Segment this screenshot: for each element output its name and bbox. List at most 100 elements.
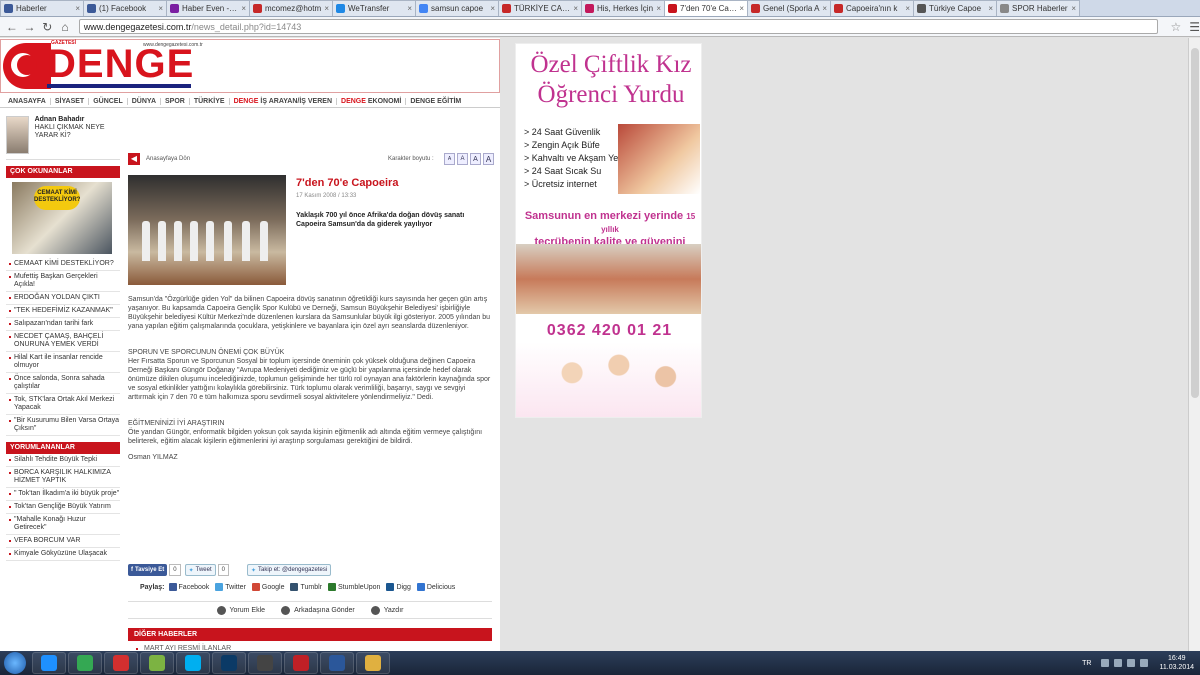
- language-indicator[interactable]: TR: [1082, 660, 1091, 667]
- list-item[interactable]: CEMAAT KİMİ DESTEKLİYOR?: [6, 258, 120, 271]
- tool-comment[interactable]: Yorum Ekle: [216, 605, 265, 615]
- taskbar-photoshop[interactable]: [212, 652, 246, 674]
- most-read-featured-image[interactable]: CEMAAT KİMİ DESTEKLİYOR?: [12, 182, 112, 254]
- list-item[interactable]: Silahlı Tehdite Büyük Tepki: [6, 454, 120, 467]
- list-item[interactable]: Kimyale Gökyüzüne Ulaşacak: [6, 548, 120, 561]
- tab-close-icon[interactable]: ×: [822, 4, 827, 13]
- tab-close-icon[interactable]: ×: [407, 4, 412, 13]
- tray-app-icon[interactable]: [1140, 659, 1149, 667]
- follow-twitter-button[interactable]: ✦ Takip et: @dengegazetesi: [246, 564, 332, 576]
- tweet-button[interactable]: ✦ Tweet: [184, 564, 216, 576]
- browser-tab[interactable]: SPOR Haberler ×: [996, 0, 1080, 16]
- nav-item[interactable]: TÜRKİYE: [190, 98, 230, 105]
- nav-item[interactable]: ANASAYFA: [4, 98, 51, 105]
- site-logo[interactable]: DENGE: [47, 44, 194, 84]
- list-item[interactable]: Salıpazarı'ndan tarihi fark: [6, 318, 120, 331]
- network-icon[interactable]: [1114, 659, 1123, 667]
- list-item[interactable]: Önce salonda, Sonra sahada çalıştılar: [6, 373, 120, 394]
- nav-item[interactable]: GÜNCEL: [89, 98, 128, 105]
- list-item[interactable]: "TEK HEDEFİMİZ KAZANMAK": [6, 305, 120, 318]
- browser-tab[interactable]: Haber Even - Se ×: [166, 0, 250, 16]
- back-arrow-icon[interactable]: ◀: [128, 153, 140, 165]
- address-bar[interactable]: www.dengegazetesi.com.tr/news_detail.php…: [78, 19, 1159, 34]
- nav-item[interactable]: DENGE EKONOMİ: [337, 98, 407, 105]
- back-to-home-link[interactable]: Anasayfaya Dön: [146, 156, 190, 162]
- font-size-medium-button[interactable]: A: [470, 153, 481, 165]
- taskbar-word[interactable]: [320, 652, 354, 674]
- list-item[interactable]: VEFA BORCUM VAR: [6, 535, 120, 548]
- list-item[interactable]: Tok'tan Gençliğe Büyük Yatırım: [6, 501, 120, 514]
- nav-item[interactable]: DENGE EĞİTİM: [406, 98, 465, 105]
- nav-item[interactable]: SİYASET: [51, 98, 90, 105]
- windows-start-icon[interactable]: [4, 652, 26, 674]
- list-item[interactable]: " Tok'tan İlkadım'a iki büyük proje": [6, 488, 120, 501]
- list-item[interactable]: Tok, STK'lara Ortak Akıl Merkezi Yapacak: [6, 394, 120, 415]
- font-size-smallest-button[interactable]: A: [444, 153, 455, 165]
- forward-arrow-icon[interactable]: →: [22, 19, 38, 35]
- browser-tab[interactable]: Capoeira'nın k ×: [830, 0, 914, 16]
- article-photo[interactable]: [128, 175, 286, 285]
- list-item[interactable]: MART AYI RESMİ İLANLAR: [128, 643, 492, 651]
- flag-icon[interactable]: [1101, 659, 1110, 667]
- tab-close-icon[interactable]: ×: [1071, 4, 1076, 13]
- list-item[interactable]: ERDOĞAN YOLDAN ÇIKTI: [6, 292, 120, 305]
- share-delicious[interactable]: Delicious: [416, 583, 455, 591]
- taskbar-explorer[interactable]: [356, 652, 390, 674]
- tool-mail[interactable]: Arkadaşına Gönder: [281, 605, 355, 615]
- font-size-large-button[interactable]: A: [483, 153, 494, 165]
- columnist-box[interactable]: Adnan Bahadır HAKLI ÇIKMAK NEYE YARAR Kİ…: [6, 116, 120, 160]
- share-digg[interactable]: Digg: [386, 583, 411, 591]
- reload-icon[interactable]: ↻: [39, 19, 55, 35]
- share-facebook[interactable]: Facebook: [168, 583, 209, 591]
- tab-close-icon[interactable]: ×: [905, 4, 910, 13]
- taskbar-icq[interactable]: [140, 652, 174, 674]
- nav-item[interactable]: SPOR: [161, 98, 190, 105]
- tab-close-icon[interactable]: ×: [241, 4, 246, 13]
- tab-close-icon[interactable]: ×: [739, 4, 744, 13]
- tab-close-icon[interactable]: ×: [656, 4, 661, 13]
- taskbar-internet-explorer[interactable]: [32, 652, 66, 674]
- share-google[interactable]: Google: [251, 583, 284, 591]
- tab-close-icon[interactable]: ×: [75, 4, 80, 13]
- tab-close-icon[interactable]: ×: [573, 4, 578, 13]
- facebook-recommend-button[interactable]: f Tavsiye Et: [128, 564, 168, 576]
- browser-tab[interactable]: Genel (Sporla A ×: [747, 0, 831, 16]
- browser-tab[interactable]: Haberler ×: [0, 0, 84, 16]
- nav-item[interactable]: DENGE İŞ ARAYAN/İŞ VEREN: [230, 98, 338, 105]
- browser-tab[interactable]: (1) Facebook ×: [83, 0, 167, 16]
- browser-tab[interactable]: mcomez@hotm ×: [249, 0, 333, 16]
- page-scrollbar[interactable]: [1188, 38, 1200, 651]
- browser-tab[interactable]: TÜRKİYE CAPO ×: [498, 0, 582, 16]
- volume-icon[interactable]: [1127, 659, 1136, 667]
- advertisement-banner[interactable]: Özel Çiftlik Kız Öğrenci Yurdu > 24 Saat…: [515, 43, 702, 418]
- taskbar-chrome[interactable]: [68, 652, 102, 674]
- tab-close-icon[interactable]: ×: [490, 4, 495, 13]
- tab-close-icon[interactable]: ×: [324, 4, 329, 13]
- nav-item[interactable]: DÜNYA: [128, 98, 161, 105]
- share-tumblr[interactable]: Tumblr: [290, 583, 322, 591]
- clock[interactable]: 16:49 11.03.2014: [1159, 654, 1194, 672]
- scrollbar-thumb[interactable]: [1191, 48, 1199, 398]
- columnist-article-title[interactable]: HAKLI ÇIKMAK NEYE YARAR Kİ?: [35, 124, 120, 140]
- tab-close-icon[interactable]: ×: [988, 4, 993, 13]
- home-icon[interactable]: ⌂: [57, 19, 73, 35]
- browser-tab[interactable]: Türkiye Capoe ×: [913, 0, 997, 16]
- taskbar-media[interactable]: [248, 652, 282, 674]
- list-item[interactable]: "Bir Kusurumu Bilen Varsa Ortaya Çıksın": [6, 415, 120, 436]
- browser-tab[interactable]: 7'den 70'e Capo ×: [664, 0, 748, 16]
- browser-tab[interactable]: His, Herkes İçin ×: [581, 0, 665, 16]
- share-stumbleupon[interactable]: StumbleUpon: [328, 583, 380, 591]
- list-item[interactable]: BORCA KARŞILIK HALKIMIZA HİZMET YAPTIK: [6, 467, 120, 488]
- list-item[interactable]: "Mahalle Konağı Huzur Getirecek": [6, 514, 120, 535]
- share-twitter[interactable]: Twitter: [215, 583, 246, 591]
- bookmark-star-icon[interactable]: ☆: [1170, 20, 1181, 34]
- tab-close-icon[interactable]: ×: [158, 4, 163, 13]
- list-item[interactable]: NECDET ÇAMAŞ, BAHÇELİ ONURUNA YEMEK VERD…: [6, 331, 120, 352]
- list-item[interactable]: Hilal Kart ile insanlar rencide olmuyor: [6, 352, 120, 373]
- browser-tab[interactable]: samsun capoe ×: [415, 0, 499, 16]
- browser-tab[interactable]: WeTransfer ×: [332, 0, 416, 16]
- tool-print[interactable]: Yazdır: [370, 605, 403, 615]
- back-arrow-icon[interactable]: ←: [4, 19, 20, 35]
- list-item[interactable]: Mufettiş Başkan Gerçekleri Açıkla!: [6, 271, 120, 292]
- taskbar-skype[interactable]: [176, 652, 210, 674]
